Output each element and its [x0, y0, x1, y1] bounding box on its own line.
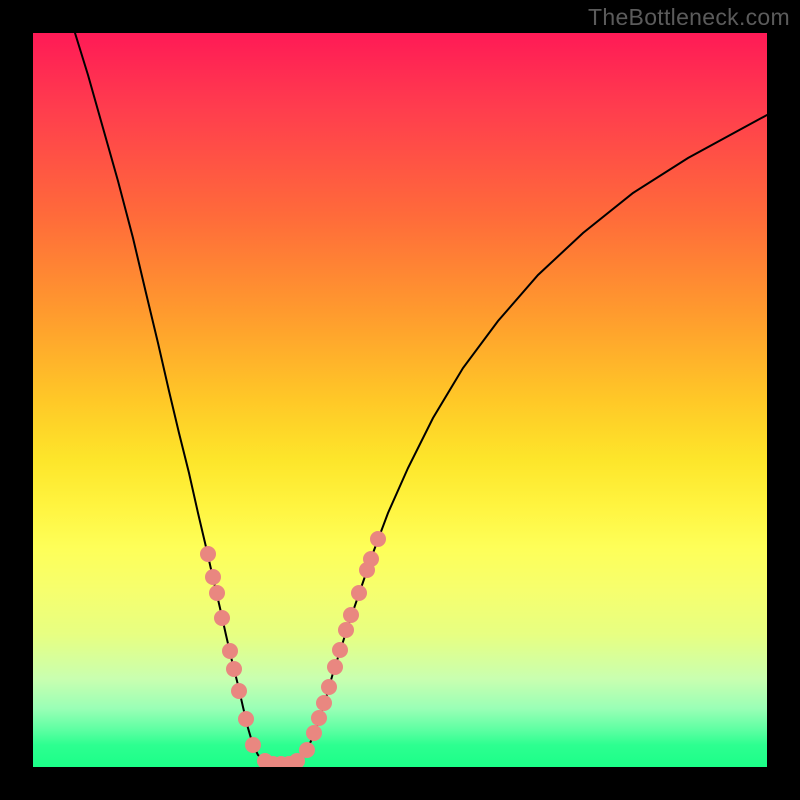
data-marker [351, 585, 367, 601]
data-marker [205, 569, 221, 585]
marker-group [200, 531, 386, 767]
data-marker [200, 546, 216, 562]
data-marker [222, 643, 238, 659]
curve-left-branch [75, 33, 281, 764]
data-marker [321, 679, 337, 695]
plot-svg [33, 33, 767, 767]
data-marker [299, 742, 315, 758]
data-marker [306, 725, 322, 741]
data-marker [231, 683, 247, 699]
data-marker [338, 622, 354, 638]
data-marker [316, 695, 332, 711]
data-marker [343, 607, 359, 623]
data-marker [332, 642, 348, 658]
data-marker [363, 551, 379, 567]
data-marker [311, 710, 327, 726]
data-marker [238, 711, 254, 727]
plot-area [33, 33, 767, 767]
data-marker [327, 659, 343, 675]
data-marker [370, 531, 386, 547]
data-marker [226, 661, 242, 677]
data-marker [245, 737, 261, 753]
data-marker [214, 610, 230, 626]
chart-frame: TheBottleneck.com [0, 0, 800, 800]
curve-right-branch [281, 115, 767, 764]
data-marker [209, 585, 225, 601]
watermark-text: TheBottleneck.com [588, 4, 790, 31]
